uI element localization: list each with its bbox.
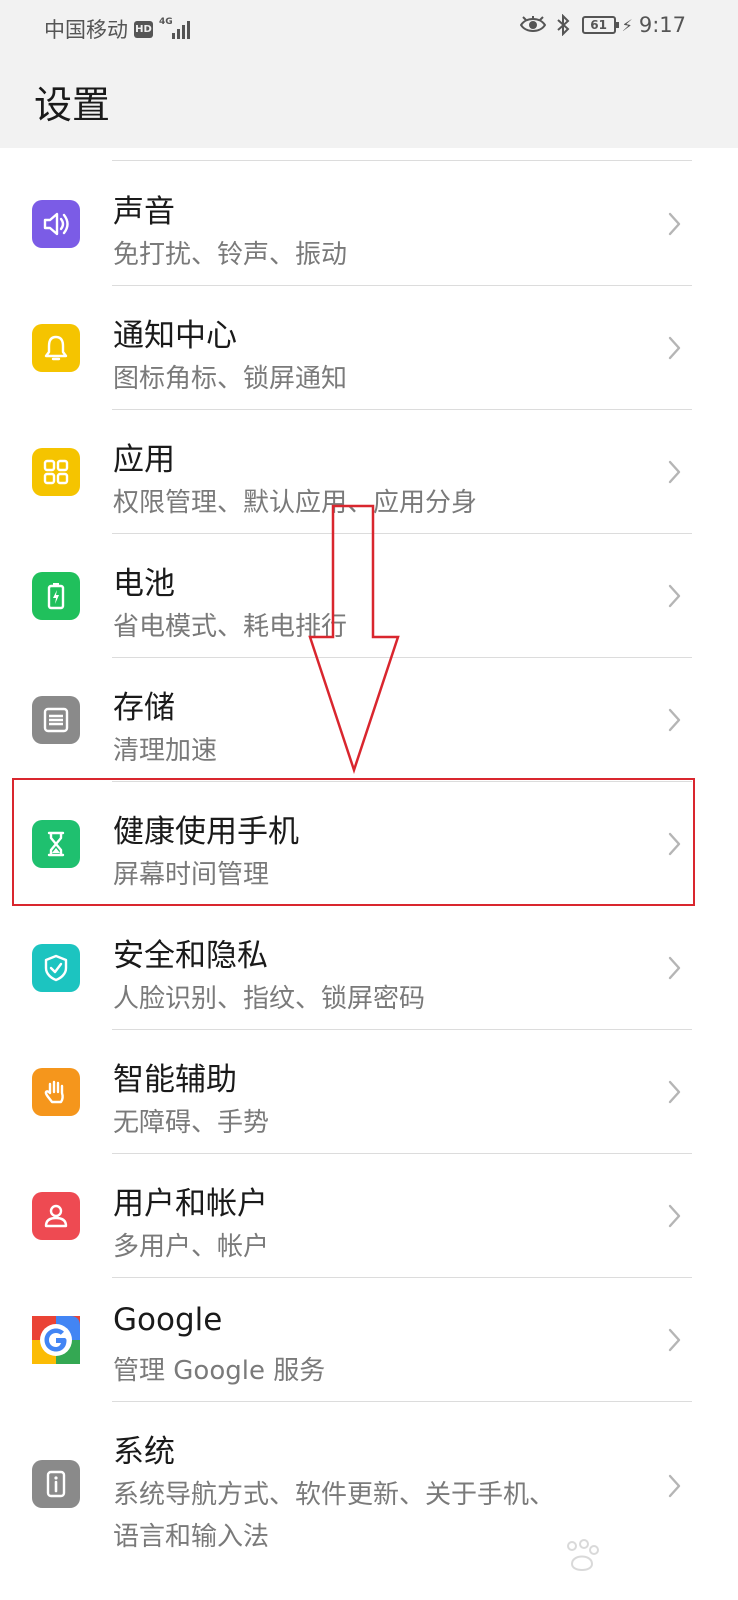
carrier-name: 中国移动 (44, 18, 128, 42)
settings-item-accounts[interactable]: 用户和帐户 多用户、帐户 (0, 1154, 738, 1278)
item-title: 安全和隐私 (113, 938, 268, 974)
item-subtitle: 系统导航方式、软件更新、关于手机、 (113, 1480, 556, 1510)
chevron-right-icon (668, 460, 681, 484)
page-title: 设置 (34, 83, 111, 127)
settings-item-sound[interactable]: 声音 免打扰、铃声、振动 (0, 162, 738, 286)
chevron-right-icon (668, 708, 681, 732)
item-subtitle: 清理加速 (113, 736, 218, 766)
item-title: Google (113, 1302, 223, 1338)
status-left: 中国移动 HD 4G (44, 14, 192, 44)
settings-item-google[interactable]: Google 管理 Google 服务 (0, 1278, 738, 1402)
eye-icon (519, 16, 546, 32)
item-subtitle-line2: 语言和输入法 (113, 1522, 270, 1552)
item-subtitle: 管理 Google 服务 (113, 1356, 326, 1386)
chevron-right-icon (668, 956, 681, 980)
settings-item-accessibility[interactable]: 智能辅助 无障碍、手势 (0, 1030, 738, 1154)
battery-indicator: 61 (581, 16, 619, 34)
hand-icon (32, 1068, 80, 1116)
item-title: 存储 (113, 690, 175, 726)
clock: 9:17 (638, 13, 686, 37)
item-title: 通知中心 (113, 318, 237, 354)
grid-icon (32, 448, 80, 496)
bell-icon (32, 324, 80, 372)
status-bar: 中国移动 HD 4G 61 ⚡ 9:17 (0, 0, 738, 56)
user-icon (32, 1192, 80, 1240)
settings-item-digital-balance[interactable]: 健康使用手机 屏幕时间管理 (0, 782, 738, 906)
chevron-right-icon (668, 336, 681, 360)
settings-item-apps[interactable]: 应用 权限管理、默认应用、应用分身 (0, 410, 738, 534)
item-title: 声音 (113, 194, 175, 230)
item-title: 智能辅助 (113, 1062, 237, 1098)
status-right: 61 ⚡ 9:17 (519, 13, 686, 37)
charging-icon: ⚡ (621, 15, 633, 35)
item-title: 健康使用手机 (113, 814, 299, 850)
storage-icon (32, 696, 80, 744)
speaker-icon (32, 200, 80, 248)
settings-item-notifications[interactable]: 通知中心 图标角标、锁屏通知 (0, 286, 738, 410)
item-subtitle: 省电模式、耗电排行 (113, 612, 348, 642)
shield-icon (32, 944, 80, 992)
settings-item-storage[interactable]: 存储 清理加速 (0, 658, 738, 782)
settings-item-security[interactable]: 安全和隐私 人脸识别、指纹、锁屏密码 (0, 906, 738, 1030)
signal-icon: 4G (159, 17, 192, 39)
baidu-watermark (512, 1538, 692, 1584)
network-type: 4G (159, 17, 173, 27)
chevron-right-icon (668, 212, 681, 236)
item-subtitle: 无障碍、手势 (113, 1108, 270, 1138)
hd-icon: HD (134, 20, 153, 38)
item-subtitle: 多用户、帐户 (113, 1232, 270, 1262)
chevron-right-icon (668, 1328, 681, 1352)
settings-item-battery[interactable]: 电池 省电模式、耗电排行 (0, 534, 738, 658)
chevron-right-icon (668, 584, 681, 608)
item-subtitle: 免打扰、铃声、振动 (113, 240, 348, 270)
app-header: 设置 (0, 56, 738, 148)
hourglass-icon (32, 820, 80, 868)
item-title: 系统 (113, 1434, 175, 1470)
item-subtitle: 人脸识别、指纹、锁屏密码 (113, 984, 426, 1014)
chevron-right-icon (668, 1204, 681, 1228)
item-title: 用户和帐户 (113, 1186, 268, 1222)
chevron-right-icon (668, 832, 681, 856)
item-subtitle: 屏幕时间管理 (113, 860, 270, 890)
chevron-right-icon (668, 1474, 681, 1498)
item-title: 应用 (113, 442, 175, 478)
item-title: 电池 (113, 566, 175, 602)
info-icon (32, 1460, 80, 1508)
item-subtitle: 图标角标、锁屏通知 (113, 364, 348, 394)
bluetooth-icon (556, 14, 570, 36)
battery-icon (32, 572, 80, 620)
google-icon (32, 1316, 80, 1364)
divider (112, 160, 692, 161)
chevron-right-icon (668, 1080, 681, 1104)
item-subtitle: 权限管理、默认应用、应用分身 (113, 488, 478, 518)
